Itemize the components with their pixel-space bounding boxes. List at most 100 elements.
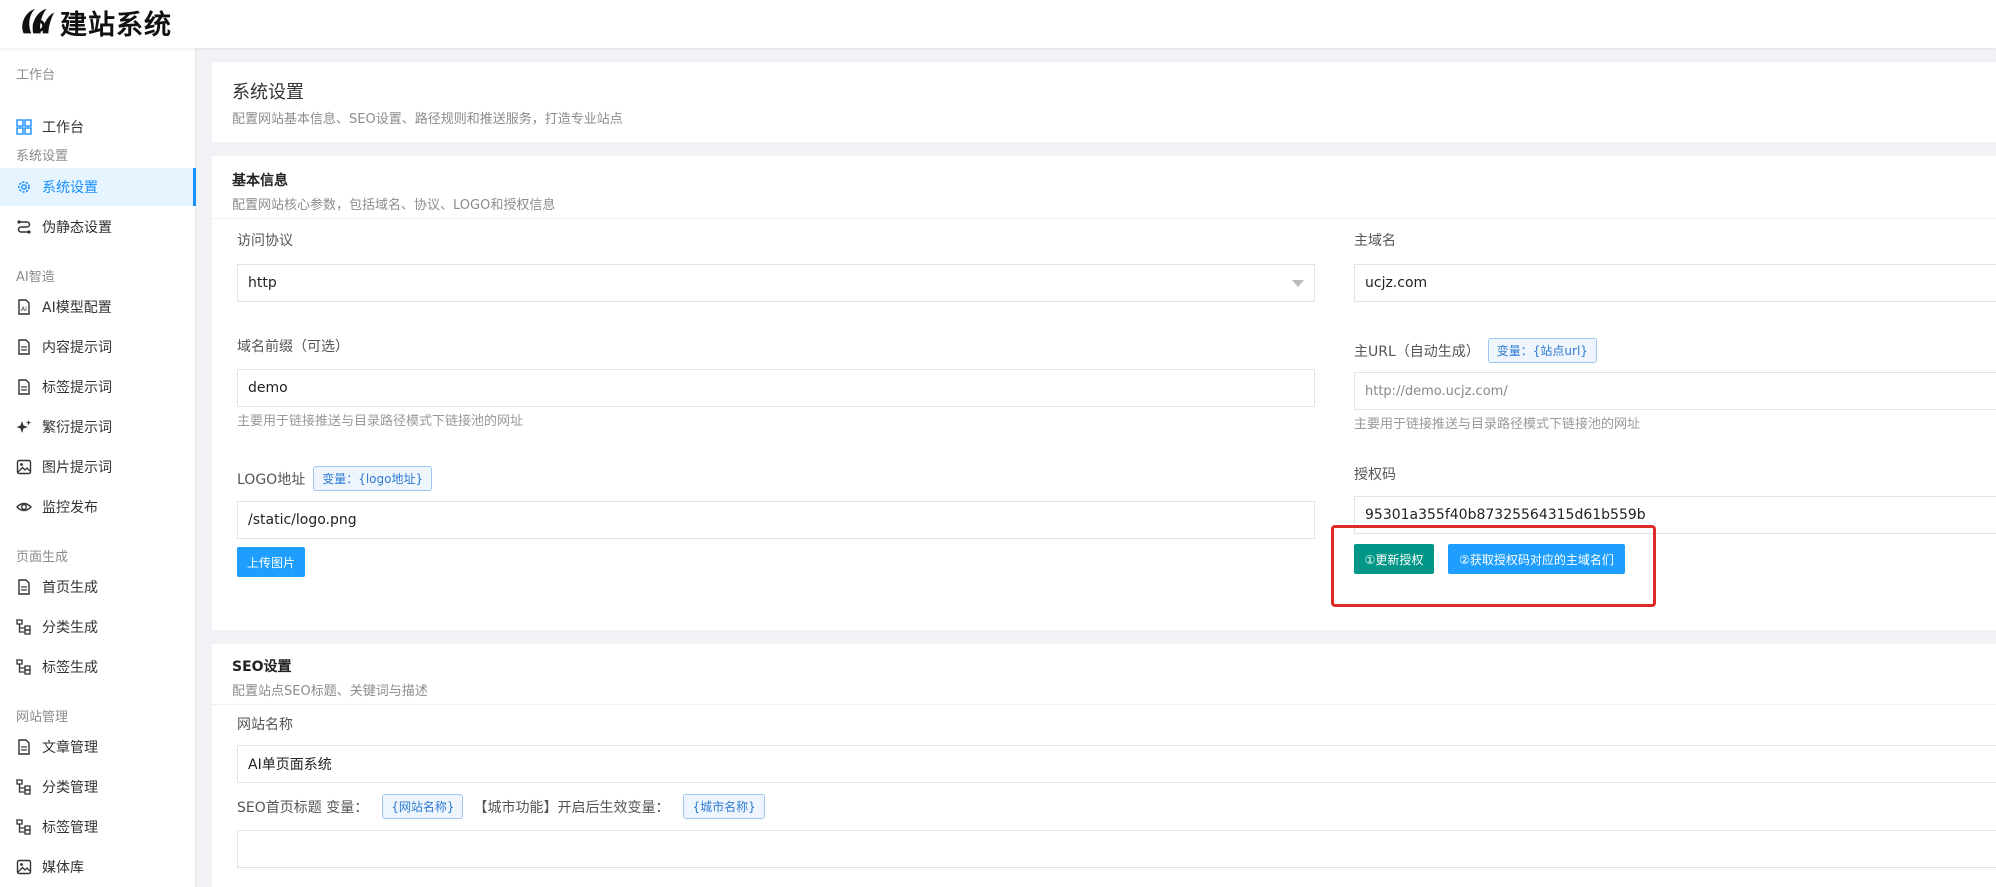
basic-info-card: 基本信息 配置网站核心参数，包括域名、协议、LOGO和授权信息 访问协议 htt…: [212, 156, 1996, 630]
main-url-value: http://demo.ucjz.com/: [1365, 383, 1508, 399]
sidebar-group-label: 工作台: [16, 68, 56, 83]
chevron-down-icon: [1292, 280, 1304, 287]
city-note: 【城市功能】开启后生效变量：: [473, 799, 670, 816]
basic-info-subtitle: 配置网站核心参数，包括域名、协议、LOGO和授权信息: [232, 198, 556, 213]
tree-icon: [16, 659, 32, 675]
sidebar-item-home-generate[interactable]: 首页生成: [0, 568, 196, 606]
protocol-label: 访问协议: [237, 233, 293, 249]
gear-icon: [16, 179, 32, 195]
license-value: 95301a355f40b87325564315d61b559b: [1365, 507, 1646, 523]
sidebar-item-derive-prompt[interactable]: 繁衍提示词: [0, 408, 196, 446]
tree-icon: [16, 819, 32, 835]
city-variable-tag: {城市名称}: [683, 794, 765, 819]
section-divider: [212, 218, 1996, 219]
svg-text:AI: AI: [21, 306, 27, 313]
route-icon: [16, 219, 32, 235]
document-icon: [16, 739, 32, 755]
sidebar-group-label: AI智造: [16, 270, 55, 285]
url-hint: 主要用于链接推送与目录路径模式下链接池的网址: [1354, 417, 1641, 432]
sidebar-item-tag-prompt[interactable]: 标签提示词: [0, 368, 196, 406]
sidebar-item-label: 首页生成: [42, 580, 98, 596]
sidebar-item-category-manage[interactable]: 分类管理: [0, 768, 196, 806]
logo-text: 建站系统: [60, 9, 172, 41]
url-label: 主URL（自动生成）: [1354, 343, 1480, 360]
logo-variable-tag: 变量：{logo地址}: [313, 466, 433, 491]
main-url-input[interactable]: http://demo.ucjz.com/: [1354, 372, 1996, 410]
site-name-label: 网站名称: [237, 717, 293, 733]
logo-label: LOGO地址: [237, 471, 306, 488]
logo-input[interactable]: /static/logo.png: [237, 501, 1315, 539]
sidebar-item-label: 内容提示词: [42, 340, 112, 356]
sidebar-item-label: 监控发布: [42, 500, 98, 516]
sidebar-group-label: 页面生成: [16, 550, 69, 565]
domain-label: 主域名: [1354, 233, 1396, 249]
seo-card: SEO设置 配置站点SEO标题、关键词与描述 网站名称 AI单页面系统 SEO首…: [212, 644, 1996, 887]
site-name-value: AI单页面系统: [248, 757, 332, 773]
page-header-card: 系统设置 配置网站基本信息、SEO设置、路径规则和推送服务，打造专业站点: [212, 62, 1996, 142]
fetch-domains-button[interactable]: ②获取授权码对应的主域名们: [1448, 544, 1625, 574]
sidebar-item-label: 图片提示词: [42, 460, 112, 476]
sidebar-group-label: 网站管理: [16, 710, 69, 725]
sidebar-item-rewrite[interactable]: 伪静态设置: [0, 208, 196, 246]
document-icon: [16, 339, 32, 355]
prefix-value: demo: [248, 380, 288, 396]
logo-value: /static/logo.png: [248, 512, 357, 528]
sidebar-item-monitor-publish[interactable]: 监控发布: [0, 488, 196, 526]
sidebar-item-tag-generate[interactable]: 标签生成: [0, 648, 196, 686]
domain-value: ucjz.com: [1365, 275, 1428, 291]
top-header: 建站系统: [0, 0, 1996, 48]
sidebar-item-label: AI模型配置: [42, 300, 112, 316]
sidebar-item-media-library[interactable]: 媒体库: [0, 848, 196, 886]
sidebar-item-label: 繁衍提示词: [42, 420, 112, 436]
sidebar-item-image-prompt[interactable]: 图片提示词: [0, 448, 196, 486]
sidebar-item-dashboard[interactable]: 工作台: [0, 108, 196, 146]
page-subtitle: 配置网站基本信息、SEO设置、路径规则和推送服务，打造专业站点: [232, 112, 623, 127]
sidebar-group-label: 系统设置: [16, 149, 69, 164]
logo-mark-icon: [22, 8, 55, 34]
sidebar-item-label: 分类生成: [42, 620, 98, 636]
sidebar-item-article-manage[interactable]: 文章管理: [0, 728, 196, 766]
tree-icon: [16, 619, 32, 635]
sidebar-item-content-prompt[interactable]: 内容提示词: [0, 328, 196, 366]
ai-doc-icon: AI: [16, 299, 32, 315]
home-title-label-row: SEO首页标题 变量： {网站名称} 【城市功能】开启后生效变量： {城市名称}: [237, 794, 765, 819]
sidebar: 工作台 工作台 系统设置 系统设置 伪静态设置 AI智造 AI AI模型配置 内…: [0, 48, 196, 887]
sparkle-icon: [16, 419, 32, 435]
basic-info-title: 基本信息: [232, 173, 288, 189]
site-name-variable-tag: {网站名称}: [382, 794, 464, 819]
sidebar-item-ai-model[interactable]: AI AI模型配置: [0, 288, 196, 326]
prefix-label: 域名前缀（可选）: [237, 339, 349, 355]
page-title: 系统设置: [232, 82, 304, 103]
section-divider: [212, 704, 1996, 705]
sidebar-item-category-generate[interactable]: 分类生成: [0, 608, 196, 646]
protocol-value: http: [248, 275, 277, 291]
eye-icon: [16, 499, 32, 515]
sidebar-item-tag-manage[interactable]: 标签管理: [0, 808, 196, 846]
update-license-button[interactable]: ①更新授权: [1354, 544, 1434, 574]
prefix-hint: 主要用于链接推送与目录路径模式下链接池的网址: [237, 414, 524, 429]
sidebar-item-label: 标签生成: [42, 660, 98, 676]
sidebar-item-label: 文章管理: [42, 740, 98, 756]
upload-image-button[interactable]: 上传图片: [237, 547, 305, 577]
prefix-input[interactable]: demo: [237, 369, 1315, 407]
home-title-input[interactable]: [237, 830, 1996, 868]
protocol-select[interactable]: http: [237, 264, 1315, 302]
image-icon: [16, 459, 32, 475]
seo-title: SEO设置: [232, 659, 292, 675]
license-label: 授权码: [1354, 467, 1396, 483]
sidebar-item-system-settings[interactable]: 系统设置: [0, 168, 196, 206]
dashboard-icon: [16, 119, 32, 135]
logo-label-row: LOGO地址 变量：{logo地址}: [237, 466, 433, 491]
app-logo[interactable]: 建站系统: [18, 2, 172, 42]
sidebar-item-label: 工作台: [42, 120, 84, 136]
tree-icon: [16, 779, 32, 795]
domain-input[interactable]: ucjz.com: [1354, 264, 1996, 302]
image-icon: [16, 859, 32, 875]
document-icon: [16, 579, 32, 595]
seo-subtitle: 配置站点SEO标题、关键词与描述: [232, 684, 428, 699]
document-icon: [16, 379, 32, 395]
sidebar-item-label: 标签管理: [42, 820, 98, 836]
url-variable-tag: 变量：{站点url}: [1487, 338, 1597, 363]
url-label-row: 主URL（自动生成） 变量：{站点url}: [1354, 338, 1597, 363]
site-name-input[interactable]: AI单页面系统: [237, 745, 1996, 783]
